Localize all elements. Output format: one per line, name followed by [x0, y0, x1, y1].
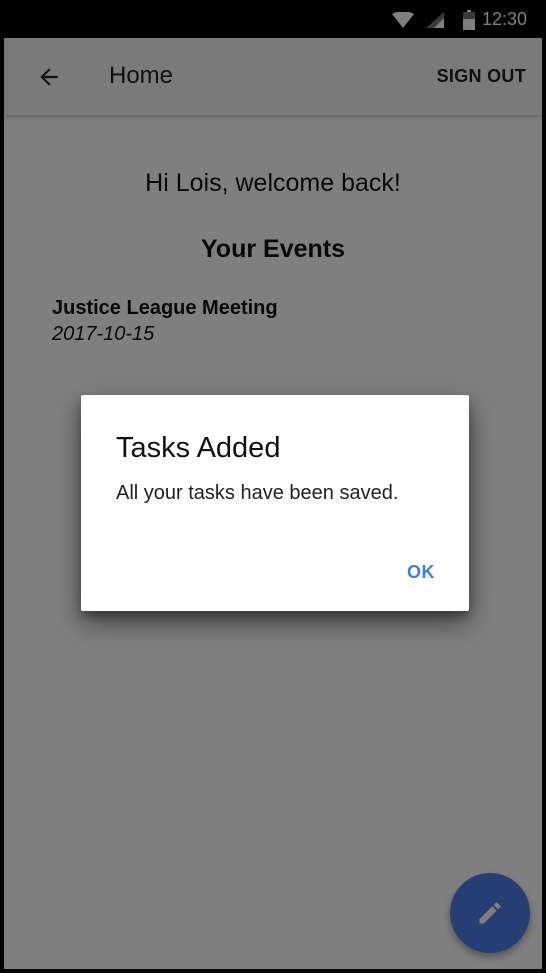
dialog-title: Tasks Added — [116, 432, 281, 464]
dialog-message: All your tasks have been saved. — [116, 482, 399, 504]
ok-button[interactable]: OK — [397, 555, 445, 589]
tasks-added-dialog: Tasks Added All your tasks have been sav… — [81, 395, 469, 611]
device-screen: 12:30 Home SIGN OUT Hi Lois, welcome bac… — [4, 0, 542, 969]
scrim-status-area — [4, 0, 542, 38]
